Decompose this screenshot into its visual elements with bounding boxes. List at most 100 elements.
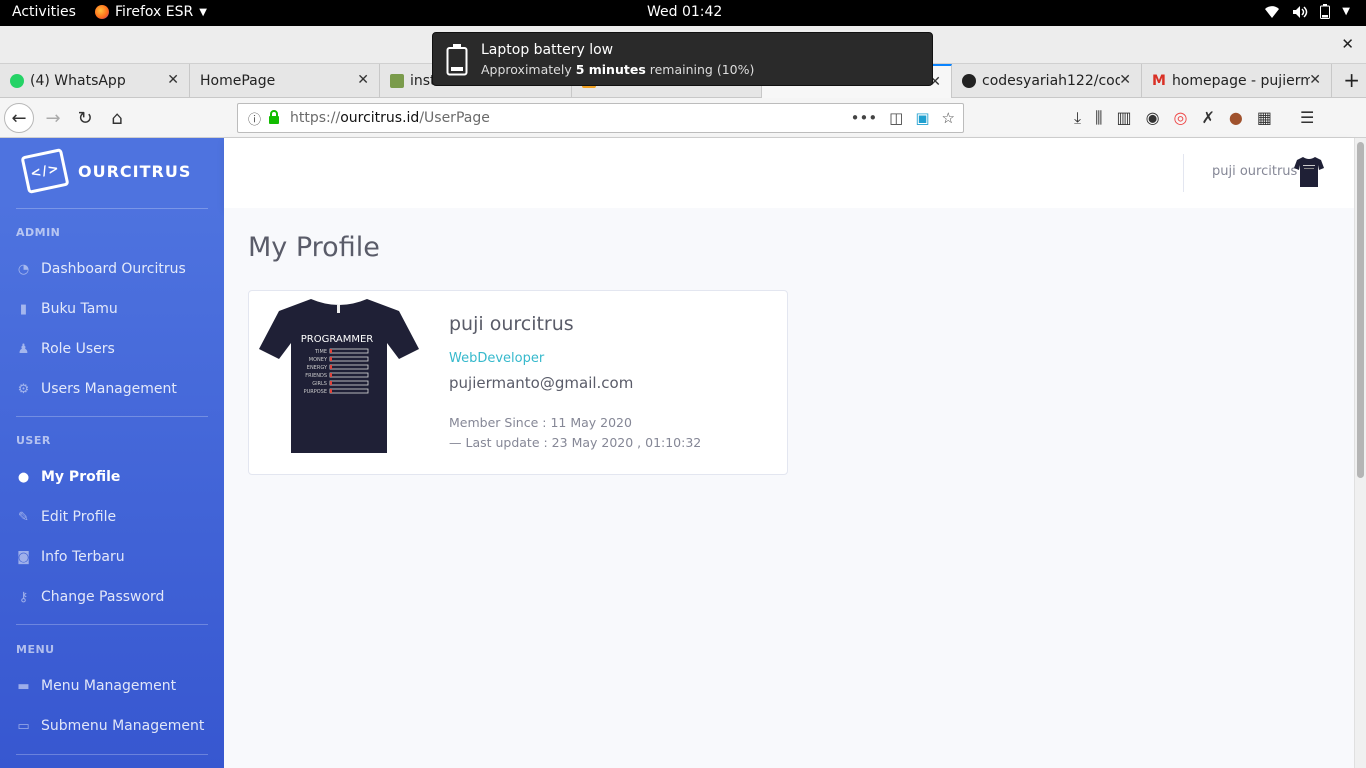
notification-body: Approximately 5 minutes remaining (10%) xyxy=(481,62,755,77)
tab-homepage[interactable]: HomePage ✕ xyxy=(190,64,380,98)
battery-notification[interactable]: Laptop battery low Approximately 5 minut… xyxy=(432,32,933,86)
topbar-divider xyxy=(1183,154,1184,192)
page-title: My Profile xyxy=(248,232,380,263)
toolbar-icons: ⤓ ⫼ ▥ ◉ ◎ ✗ ● ▦ ☰ xyxy=(1074,108,1314,128)
folder-icon: ▬ xyxy=(17,678,30,694)
sheet-icon xyxy=(390,74,404,88)
bookmark-star-icon[interactable]: ☆ xyxy=(942,109,955,127)
page-scrollbar[interactable] xyxy=(1354,138,1366,768)
url-actions: ••• ◫ ▣ ☆ xyxy=(851,109,955,127)
close-tab-icon[interactable]: ✕ xyxy=(167,72,179,88)
camera-icon: ◙ xyxy=(17,549,30,565)
profile-email: pujiermanto@gmail.com xyxy=(449,374,634,392)
extension-x-icon[interactable]: ✗ xyxy=(1202,108,1215,128)
firefox-icon xyxy=(95,5,109,19)
sidebar-item-edit-profile[interactable]: ✎ Edit Profile xyxy=(16,509,116,525)
section-title-user: USER xyxy=(16,434,51,447)
laptop-code-icon: </> xyxy=(20,148,70,194)
caret-down-icon: ▼ xyxy=(1342,6,1350,17)
svg-text:TIME: TIME xyxy=(314,349,327,355)
page-topbar: puji ourcitrus xyxy=(224,138,1354,208)
profile-name: puji ourcitrus xyxy=(449,313,574,335)
scrollbar-thumb[interactable] xyxy=(1357,142,1364,478)
close-tab-icon[interactable]: ✕ xyxy=(357,72,369,88)
avatar[interactable] xyxy=(1294,156,1324,188)
sidebar-item-menu-management[interactable]: ▬ Menu Management xyxy=(16,678,176,694)
brand-name: OURCITRUS xyxy=(78,161,192,181)
tab-label: (4) WhatsApp xyxy=(30,73,126,89)
sidebar-item-label: Role Users xyxy=(41,341,115,357)
section-title-admin: ADMIN xyxy=(16,226,61,239)
sidebar-item-submenu-management[interactable]: ▭ Submenu Management xyxy=(16,718,204,734)
user-edit-icon: ✎ xyxy=(18,509,29,525)
svg-text:PROGRAMMER: PROGRAMMER xyxy=(301,334,374,345)
qr-icon[interactable]: ▦ xyxy=(1257,108,1272,128)
page-actions-icon[interactable]: ••• xyxy=(851,109,878,127)
sidebar-item-label: Users Management xyxy=(41,381,177,397)
library-icon[interactable]: ⫼ xyxy=(1095,108,1102,128)
svg-text:FRIENDS: FRIENDS xyxy=(305,373,327,379)
clock[interactable]: Wed 01:42 xyxy=(647,4,722,20)
new-tab-button[interactable]: + xyxy=(1343,68,1360,92)
info-icon[interactable]: ⓘ xyxy=(248,109,261,128)
sidebar-item-change-password[interactable]: ⚷ Change Password xyxy=(16,589,165,605)
profile-card: PROGRAMMER TIME MONEY ENERGY FRIENDS GIR… xyxy=(248,290,788,475)
brand[interactable]: </> OURCITRUS xyxy=(20,148,192,194)
system-tray[interactable]: ▼ xyxy=(1264,4,1350,19)
close-tab-icon[interactable]: ✕ xyxy=(1309,72,1321,88)
tab-github[interactable]: codesyariah122/cod ✕ xyxy=(952,64,1142,98)
home-button[interactable]: ⌂ xyxy=(102,103,132,133)
sidebar-item-buku-tamu[interactable]: ▮ Buku Tamu xyxy=(16,301,118,317)
user-tie-icon: ♟ xyxy=(17,341,30,357)
section-title-menu: MENU xyxy=(16,643,55,656)
svg-text:ENERGY: ENERGY xyxy=(307,365,328,371)
menu-icon[interactable]: ☰ xyxy=(1300,108,1314,128)
sidebar-item-dashboard[interactable]: ◔ Dashboard Ourcitrus xyxy=(16,261,186,277)
key-icon: ⚷ xyxy=(18,589,29,605)
sidebar-item-label: Edit Profile xyxy=(41,509,117,525)
tab-label: codesyariah122/cod xyxy=(982,73,1120,89)
sidebar-item-label: Submenu Management xyxy=(41,718,205,734)
tab-whatsapp[interactable]: (4) WhatsApp ✕ xyxy=(0,64,190,98)
pocket-icon[interactable]: ◫ xyxy=(889,109,903,127)
url-bar[interactable]: ⓘ https://ourcitrus.id/UserPage ••• ◫ ▣ … xyxy=(237,103,964,133)
tachometer-icon: ◔ xyxy=(17,261,30,277)
sidebar-item-info-terbaru[interactable]: ◙ Info Terbaru xyxy=(16,549,124,565)
sidebar-item-label: Change Password xyxy=(41,589,165,605)
sidebar-item-my-profile[interactable]: ● My Profile xyxy=(16,469,121,485)
wifi-icon xyxy=(1265,5,1280,18)
battery-low-icon xyxy=(446,44,468,76)
back-button[interactable]: ← xyxy=(4,103,34,133)
download-icon[interactable]: ⤓ xyxy=(1074,108,1081,128)
close-window-icon[interactable]: ✕ xyxy=(1341,35,1354,53)
topbar-username[interactable]: puji ourcitrus xyxy=(1212,164,1297,179)
profile-last-update: — Last update : 23 May 2020 , 01:10:32 xyxy=(449,435,702,450)
sidebar-toggle-icon[interactable]: ▥ xyxy=(1116,108,1131,128)
sidebar: </> OURCITRUS ADMIN ◔ Dashboard Ourcitru… xyxy=(0,138,224,768)
battery-icon xyxy=(1320,4,1331,19)
user-icon: ● xyxy=(17,469,30,485)
extension-icon[interactable]: ▣ xyxy=(915,109,929,127)
close-tab-icon[interactable]: ✕ xyxy=(1119,72,1131,88)
volume-icon xyxy=(1293,5,1308,18)
sidebar-item-role-users[interactable]: ♟ Role Users xyxy=(16,341,115,357)
profile-member-since: Member Since : 11 May 2020 xyxy=(449,415,632,430)
svg-text:PURPOSE: PURPOSE xyxy=(304,389,327,395)
notification-title: Laptop battery low xyxy=(481,42,614,58)
tab-gmail[interactable]: M homepage - pujierm ✕ xyxy=(1142,64,1332,98)
book-icon: ▮ xyxy=(19,301,28,317)
cookie-icon[interactable]: ● xyxy=(1229,108,1243,128)
sidebar-item-label: Menu Management xyxy=(41,678,177,694)
sidebar-item-users-management[interactable]: ⚙ Users Management xyxy=(16,381,177,397)
forward-button[interactable]: → xyxy=(38,103,68,133)
activities-button[interactable]: Activities xyxy=(12,4,76,20)
divider xyxy=(16,624,208,625)
sidebar-item-label: My Profile xyxy=(41,469,121,485)
tab-label: HomePage xyxy=(200,73,276,89)
extension-red-icon[interactable]: ◎ xyxy=(1174,108,1188,128)
whatsapp-icon xyxy=(10,74,24,88)
reload-button[interactable]: ↻ xyxy=(70,103,100,133)
folder-open-icon: ▭ xyxy=(17,718,30,734)
app-menu[interactable]: Firefox ESR ▼ xyxy=(95,4,207,20)
account-icon[interactable]: ◉ xyxy=(1146,108,1160,128)
